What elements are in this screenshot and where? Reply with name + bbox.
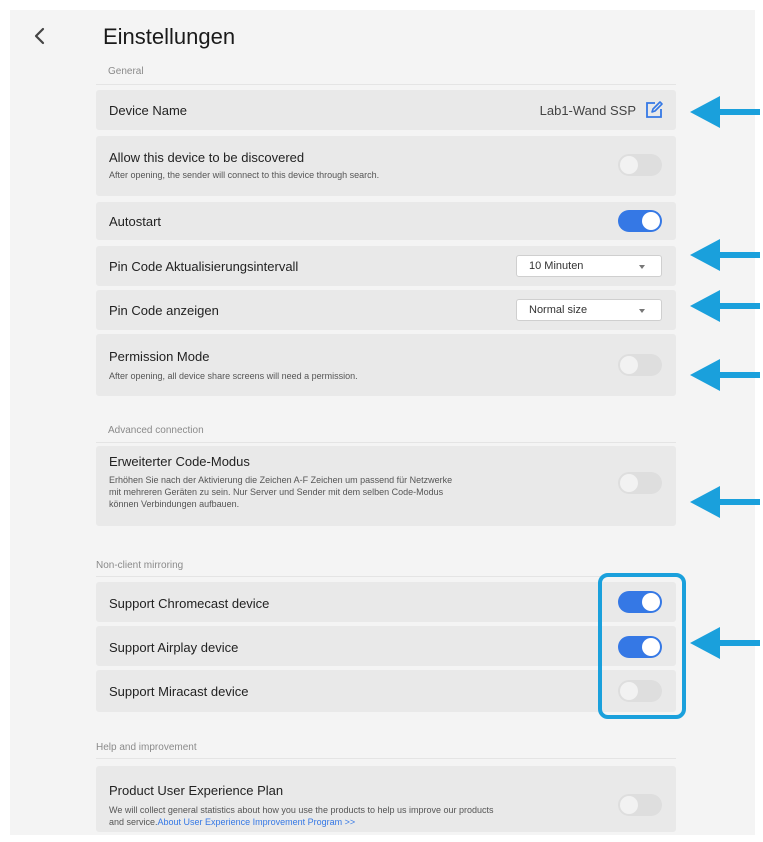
ux-plan-description-2: and service.About User Experience Improv…	[109, 817, 355, 828]
section-divider	[96, 442, 676, 443]
airplay-label: Support Airplay device	[109, 640, 239, 655]
ux-plan-link[interactable]: About User Experience Improvement Progra…	[158, 817, 356, 827]
permission-label: Permission Mode	[109, 349, 210, 364]
section-divider	[96, 758, 676, 759]
miracast-label: Support Miracast device	[109, 684, 249, 699]
pin-show-select[interactable]: Normal size	[516, 299, 662, 321]
extended-code-description-3: können Verbindungen aufbauen.	[109, 499, 240, 509]
extended-code-label: Erweiterter Code-Modus	[109, 454, 250, 469]
autostart-label: Autostart	[109, 214, 162, 229]
section-divider	[96, 576, 676, 577]
section-mirroring-label: Non-client mirroring	[96, 560, 184, 571]
permission-row	[96, 334, 676, 396]
highlight-box	[598, 573, 686, 719]
discover-label: Allow this device to be discovered	[109, 150, 305, 165]
chromecast-label: Support Chromecast device	[109, 596, 270, 611]
edit-icon[interactable]	[644, 100, 664, 120]
arrow-left-icon	[690, 239, 760, 271]
discover-toggle[interactable]	[618, 154, 662, 176]
discover-row	[96, 136, 676, 196]
permission-description: After opening, all device share screens …	[109, 371, 358, 381]
toggle-knob	[620, 156, 638, 174]
page-title: Einstellungen	[103, 24, 236, 49]
ux-plan-label: Product User Experience Plan	[109, 783, 284, 798]
ux-plan-description-prefix: and service.	[109, 817, 158, 827]
device-name-value: Lab1-Wand SSP	[539, 103, 636, 118]
autostart-row	[96, 202, 676, 240]
section-general-label: General	[108, 66, 144, 77]
toggle-knob	[620, 796, 638, 814]
section-advanced-label: Advanced connection	[108, 425, 204, 436]
ux-plan-toggle[interactable]	[618, 794, 662, 816]
pin-show-label: Pin Code anzeigen	[109, 303, 219, 318]
ux-plan-description-1: We will collect general statistics about…	[109, 805, 494, 815]
arrow-left-icon	[690, 486, 760, 518]
section-help-label: Help and improvement	[96, 742, 197, 753]
permission-toggle[interactable]	[618, 354, 662, 376]
arrow-left-icon	[690, 96, 760, 128]
toggle-knob	[620, 474, 638, 492]
caret-down-icon	[639, 265, 645, 269]
section-divider	[96, 84, 676, 85]
autostart-toggle[interactable]	[618, 210, 662, 232]
toggle-knob	[642, 212, 660, 230]
caret-down-icon	[639, 309, 645, 313]
pin-show-value: Normal size	[529, 304, 588, 316]
arrow-left-icon	[690, 359, 760, 391]
chevron-left-icon[interactable]	[30, 26, 50, 46]
arrow-left-icon	[690, 627, 760, 659]
extended-code-toggle[interactable]	[618, 472, 662, 494]
extended-code-description-1: Erhöhen Sie nach der Aktivierung die Zei…	[109, 475, 453, 485]
extended-code-description-2: mit mehreren Geräten zu sein. Nur Server…	[109, 487, 444, 497]
device-name-label: Device Name	[109, 103, 188, 118]
arrow-left-icon	[690, 290, 760, 322]
pin-interval-value: 10 Minuten	[529, 260, 584, 272]
pin-interval-select[interactable]: 10 Minuten	[516, 255, 662, 277]
pin-interval-label: Pin Code Aktualisierungsintervall	[109, 259, 299, 274]
toggle-knob	[620, 356, 638, 374]
discover-description: After opening, the sender will connect t…	[109, 170, 380, 180]
